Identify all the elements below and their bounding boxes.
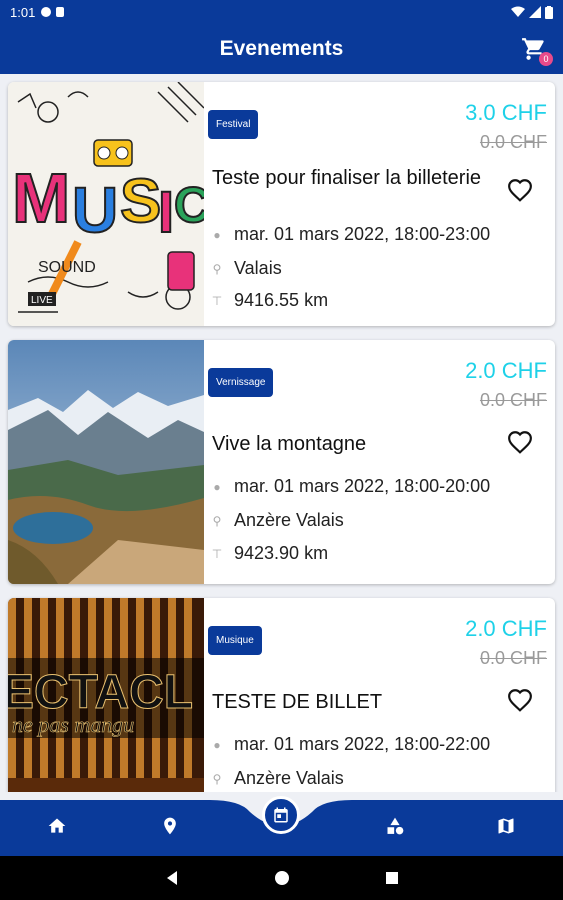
- event-location: Anzère Valais: [234, 768, 344, 788]
- event-details: Vernissage 2.0 CHF 0.0 CHF Vive la monta…: [204, 340, 555, 584]
- back-icon[interactable]: [165, 870, 179, 886]
- event-title: Teste pour finaliser la billeterie: [212, 167, 482, 189]
- event-location: Valais: [234, 258, 282, 278]
- event-card[interactable]: M U S I C SOUND LIVE Festival 3.0 CHF 0.…: [8, 82, 555, 326]
- svg-text:M: M: [12, 159, 70, 237]
- event-date: mar. 01 mars 2022, 18:00-20:00: [234, 476, 491, 496]
- event-old-price: 0.0 CHF: [479, 132, 547, 152]
- location-icon: ⚲: [212, 513, 222, 528]
- svg-text:LIVE: LIVE: [31, 295, 53, 306]
- event-distance-row: ⊤ 9416.55 km: [212, 290, 328, 311]
- event-title: TESTE DE BILLET: [212, 691, 383, 713]
- event-distance-row: ⊤ 9423.90 km: [212, 543, 328, 564]
- event-details: Musique 2.0 CHF 0.0 CHF TESTE DE BILLET …: [204, 598, 555, 800]
- event-distance: 9416.55 km: [234, 290, 329, 310]
- event-date-row: ● mar. 01 mars 2022, 18:00-20:00: [212, 476, 490, 497]
- status-bar: 1:01: [0, 0, 563, 24]
- favorite-heart-icon[interactable]: [507, 430, 533, 454]
- event-date-row: ● mar. 01 mars 2022, 18:00-23:00: [212, 224, 490, 245]
- clock-icon: ●: [213, 227, 221, 242]
- nav-map[interactable]: [494, 814, 518, 838]
- battery-icon: [545, 5, 553, 19]
- event-card[interactable]: ECTACL ne pas mangu Musique 2.0 CHF 0.0 …: [8, 598, 555, 800]
- clock-icon: ●: [213, 479, 221, 494]
- page-title: Evenements: [219, 37, 344, 60]
- location-icon: ⚲: [212, 261, 222, 276]
- event-image-mountain: [8, 340, 204, 584]
- event-distance: 9423.90 km: [234, 543, 329, 563]
- sim-icon: [56, 7, 65, 17]
- home-button-icon[interactable]: [274, 870, 290, 886]
- clock-icon: ●: [213, 737, 221, 752]
- svg-text:SOUND: SOUND: [38, 259, 96, 276]
- image-subline: ne pas mangu: [12, 712, 134, 737]
- event-details: Festival 3.0 CHF 0.0 CHF Teste pour fina…: [204, 82, 555, 326]
- home-icon: [48, 818, 66, 833]
- favorite-heart-icon[interactable]: [507, 178, 533, 202]
- event-location: Anzère Valais: [234, 510, 344, 530]
- bottom-navigation: [0, 792, 563, 856]
- categories-icon: [387, 817, 404, 835]
- event-date: mar. 01 mars 2022, 18:00-22:00: [234, 734, 491, 754]
- event-date-row: ● mar. 01 mars 2022, 18:00-22:00: [212, 734, 490, 755]
- event-location-row: ⚲ Anzère Valais: [212, 768, 344, 789]
- event-image-music: M U S I C SOUND LIVE: [8, 82, 204, 326]
- event-old-price: 0.0 CHF: [479, 648, 547, 668]
- cart-button[interactable]: 0: [521, 36, 553, 66]
- app-bar: Evenements 0: [0, 24, 563, 74]
- map-icon: [498, 818, 514, 834]
- nav-home[interactable]: [45, 814, 69, 838]
- event-image-spectacle: ECTACL ne pas mangu: [8, 598, 204, 800]
- recents-icon[interactable]: [385, 871, 399, 885]
- event-price: 2.0 CHF: [465, 358, 547, 383]
- favorite-heart-icon[interactable]: [507, 688, 533, 712]
- category-badge: Vernissage: [208, 368, 274, 397]
- event-price: 2.0 CHF: [465, 616, 547, 641]
- event-price: 3.0 CHF: [465, 100, 547, 125]
- event-old-price: 0.0 CHF: [479, 390, 547, 410]
- distance-icon: ⊤: [211, 293, 223, 308]
- nav-events[interactable]: [262, 796, 300, 834]
- calendar-icon: [274, 807, 288, 823]
- system-navigation-bar: [0, 856, 563, 900]
- category-badge: Festival: [208, 110, 259, 139]
- svg-text:S: S: [120, 167, 161, 236]
- wifi-icon: [511, 6, 525, 17]
- event-title: Vive la montagne: [212, 433, 367, 455]
- sync-icon: [41, 7, 52, 17]
- category-badge: Musique: [208, 626, 262, 655]
- event-location-row: ⚲ Valais: [212, 258, 282, 279]
- svg-text:I: I: [158, 180, 174, 245]
- cart-count-badge: 0: [539, 52, 553, 66]
- event-card[interactable]: Vernissage 2.0 CHF 0.0 CHF Vive la monta…: [8, 340, 555, 584]
- status-time: 1:01: [10, 4, 36, 20]
- map-pin-icon: [164, 817, 176, 835]
- location-icon: ⚲: [212, 771, 222, 786]
- svg-text:C: C: [174, 177, 204, 233]
- distance-icon: ⊤: [211, 546, 223, 561]
- nav-categories[interactable]: [383, 814, 407, 838]
- event-date: mar. 01 mars 2022, 18:00-23:00: [234, 224, 491, 244]
- event-location-row: ⚲ Anzère Valais: [212, 510, 344, 531]
- signal-icon: [529, 6, 541, 18]
- svg-text:U: U: [72, 174, 118, 246]
- nav-location[interactable]: [158, 814, 182, 838]
- event-list[interactable]: M U S I C SOUND LIVE Festival 3.0 CHF 0.…: [0, 74, 563, 800]
